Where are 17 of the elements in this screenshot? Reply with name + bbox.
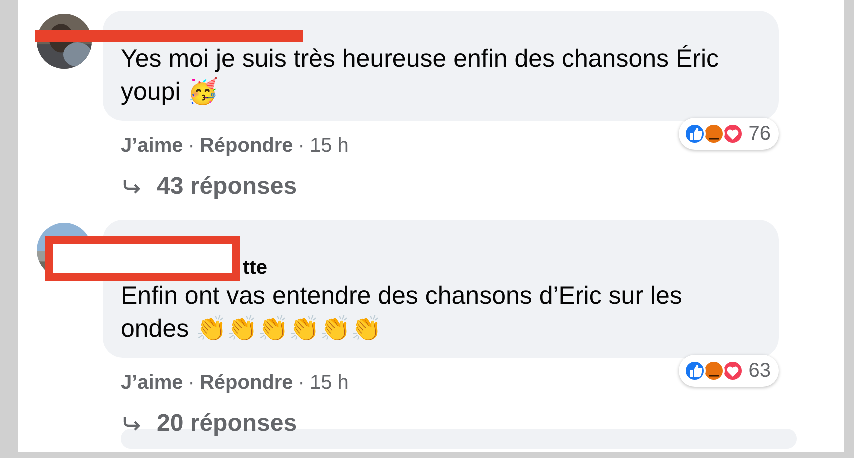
action-link[interactable]: J’aime bbox=[121, 135, 184, 158]
separator-dot: · bbox=[298, 135, 305, 158]
view-replies-button[interactable]: 43 réponses bbox=[121, 173, 298, 201]
author-name[interactable]: tte bbox=[243, 256, 761, 280]
action-link[interactable]: J’aime bbox=[121, 372, 184, 395]
separator-dot: · bbox=[188, 135, 195, 158]
view-replies-button[interactable]: 20 réponses bbox=[121, 410, 298, 438]
comment-text: Yes moi je suis très heureuse enfin des chansons Éric youpi 🥳 bbox=[121, 44, 720, 108]
reaction-summary[interactable]: 63 bbox=[678, 355, 779, 387]
timestamp: 15 h bbox=[310, 372, 349, 395]
separator-dot: · bbox=[188, 372, 195, 395]
action-link[interactable]: Répondre bbox=[200, 372, 294, 395]
comment-text: Enfin ont vas entendre des chansons d’Eric sur les ondes 👏👏👏👏👏👏 bbox=[121, 281, 684, 345]
reaction-summary[interactable]: 76 bbox=[678, 118, 779, 150]
separator-dot: · bbox=[298, 372, 305, 395]
action-link[interactable]: Répondre bbox=[200, 135, 294, 158]
timestamp: 15 h bbox=[310, 135, 349, 158]
